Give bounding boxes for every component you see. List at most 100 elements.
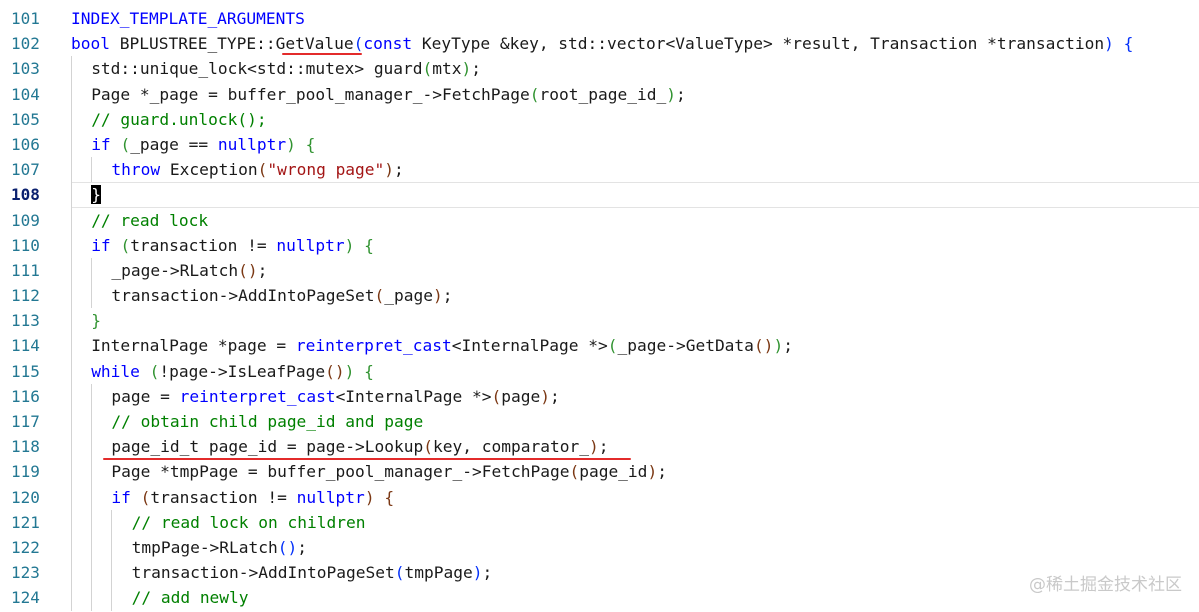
code-line[interactable]: 104 Page *_page = buffer_pool_manager_->F…: [0, 81, 1199, 107]
code-text: transaction->AddIntoPageSet(_page);: [111, 283, 452, 308]
code-token: // guard.unlock();: [91, 109, 267, 129]
code-line[interactable]: 109 // read lock: [0, 207, 1199, 233]
code-text: INDEX_TEMPLATE_ARGUMENTS: [71, 6, 305, 31]
code-line[interactable]: 124 // add newly: [0, 585, 1199, 611]
code-token: // read lock on children: [131, 512, 366, 532]
code-text: std::unique_lock<std::mutex> guard(mtx);: [91, 56, 481, 81]
annotation-underline-lookup-line: [103, 458, 631, 460]
code-token: ): [588, 437, 599, 457]
code-line[interactable]: 103 std::unique_lock<std::mutex> guard(mt…: [0, 56, 1199, 82]
cursor: }: [91, 185, 101, 205]
indent-guide: [71, 207, 72, 233]
code-line[interactable]: 110 if (transaction != nullptr) {: [0, 232, 1199, 258]
code-line[interactable]: 119 Page *tmpPage = buffer_pool_manager_-…: [0, 459, 1199, 485]
code-text: // obtain child page_id and page: [111, 409, 423, 434]
code-token: (: [140, 487, 151, 507]
indent-guide: [71, 585, 72, 611]
code-token: ;: [482, 563, 493, 583]
line-number: 114: [11, 336, 40, 356]
line-number: 112: [11, 286, 40, 306]
code-line[interactable]: 121 // read lock on children: [0, 509, 1199, 535]
indent-guide: [91, 257, 93, 284]
code-token: (: [529, 84, 540, 104]
code-token: ;: [675, 84, 686, 104]
indent-guide: [71, 232, 72, 258]
line-number: 106: [11, 134, 40, 154]
code-line[interactable]: 108}: [0, 182, 1199, 208]
code-token: _page ==: [130, 134, 218, 154]
code-line[interactable]: 118 page_id_t page_id = page->Lookup(key,…: [0, 434, 1199, 460]
indent-guide: [71, 182, 72, 208]
watermark: @稀土掘金技术社区: [1029, 575, 1182, 595]
code-token: !page->IsLeafPage: [159, 361, 326, 381]
line-number: 118: [11, 437, 40, 457]
indent-guide: [71, 383, 72, 409]
line-number: 122: [11, 537, 40, 557]
code-token: ;: [297, 537, 308, 557]
code-token: ): [666, 84, 676, 104]
code-token: InternalPage *page =: [91, 336, 296, 356]
code-line[interactable]: 116 page = reinterpret_cast<InternalPage …: [0, 383, 1199, 409]
code-token: _page->RLatch: [111, 260, 239, 280]
code-token: page_id: [579, 462, 648, 482]
code-line[interactable]: 115 while (!page->IsLeafPage()) {: [0, 358, 1199, 384]
line-number: 116: [11, 386, 40, 406]
code-token: page: [501, 386, 541, 406]
code-token: (: [120, 134, 131, 154]
code-line[interactable]: 101 INDEX_TEMPLATE_ARGUMENTS: [0, 6, 1199, 31]
code-line[interactable]: 120 if (transaction != nullptr) {: [0, 484, 1199, 510]
code-token: "wrong page": [267, 160, 385, 180]
code-line[interactable]: 114 InternalPage *page = reinterpret_cast…: [0, 333, 1199, 359]
code-token: // obtain child page_id and page: [111, 412, 424, 431]
code-token: }: [91, 311, 101, 331]
code-text: transaction->AddIntoPageSet(tmpPage);: [132, 560, 493, 585]
code-token: nullptr: [296, 487, 365, 507]
code-token: <InternalPage *>: [451, 336, 608, 356]
line-number: 119: [11, 462, 40, 482]
code-token: {: [1123, 34, 1134, 54]
code-token: std::unique_lock<std::mutex> guard: [91, 59, 423, 79]
code-token: (: [149, 361, 160, 381]
code-token: (: [120, 235, 131, 255]
code-token: {: [305, 134, 316, 154]
indent-guide: [71, 283, 72, 309]
code-token: (): [277, 537, 298, 557]
code-line[interactable]: 106 if (_page == nullptr) {: [0, 131, 1199, 158]
indent-guide: [91, 560, 93, 586]
indent-guide: [91, 484, 93, 510]
code-token: // read lock: [91, 210, 209, 230]
code-editor[interactable]: 101 INDEX_TEMPLATE_ARGUMENTS 102 bool BPLUS…: [0, 6, 1199, 611]
code-line[interactable]: 112 transaction->AddIntoPageSet(_page);: [0, 283, 1199, 309]
code-line[interactable]: 102 bool BPLUSTREE_TYPE::GetValue(const K…: [0, 31, 1199, 56]
code-text: throw Exception("wrong page");: [111, 157, 403, 182]
code-token: ): [647, 462, 658, 482]
code-token: GetValue: [275, 34, 354, 54]
code-line[interactable]: 123 transaction->AddIntoPageSet(tmpPage);: [0, 560, 1199, 586]
code-line[interactable]: 117 // obtain child page_id and page: [0, 409, 1199, 435]
code-token: page_id_t page_id = page->Lookup: [111, 437, 424, 457]
code-text: tmpPage->RLatch();: [132, 535, 307, 560]
code-line[interactable]: 107 throw Exception("wrong page");: [0, 157, 1199, 183]
code-token: (: [374, 286, 385, 306]
line-number: 124: [11, 588, 40, 608]
line-number: 109: [11, 210, 40, 230]
indent-guide: [71, 257, 72, 284]
code-text: if (_page == nullptr) {: [91, 132, 315, 157]
code-line[interactable]: 113}: [0, 308, 1199, 334]
line-number: 123: [11, 563, 40, 583]
indent-guide: [91, 409, 93, 435]
code-line[interactable]: 111 _page->RLatch();: [0, 257, 1199, 284]
code-text: Page *tmpPage = buffer_pool_manager_->Fe…: [111, 459, 667, 484]
indent-guide: [71, 131, 72, 158]
code-line[interactable]: 122 tmpPage->RLatch();: [0, 534, 1199, 561]
line-number: 113: [11, 311, 40, 331]
code-line[interactable]: 105 // guard.unlock();: [0, 106, 1199, 132]
code-token: BPLUSTREE_TYPE::: [109, 34, 276, 54]
line-number: 117: [11, 412, 40, 431]
code-token: tmpPage->RLatch: [131, 537, 278, 557]
code-token: throw: [111, 160, 161, 180]
code-text: // add newly: [132, 585, 249, 610]
code-token: ): [344, 235, 355, 255]
code-text: Page *_page = buffer_pool_manager_->Fetc…: [91, 82, 686, 107]
